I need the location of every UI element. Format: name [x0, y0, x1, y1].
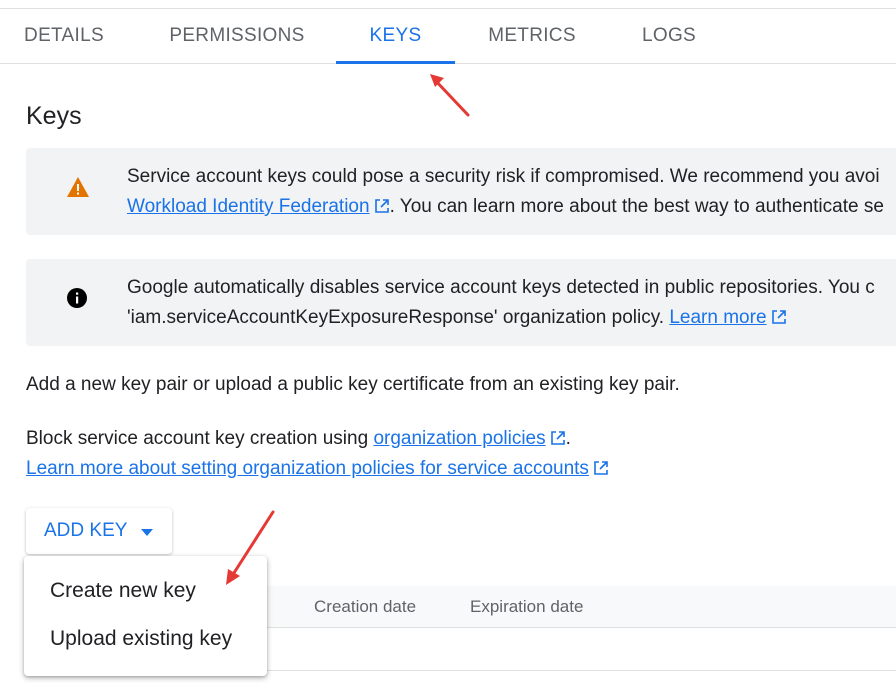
page: DETAILS PERMISSIONS KEYS METRICS LOGS Ke… [0, 0, 896, 694]
learn-more-org-policies-link[interactable]: Learn more about setting organization po… [26, 458, 589, 479]
warning-line-1: Service account keys could pose a securi… [127, 166, 880, 187]
info-banner: Google automatically disables service ac… [26, 259, 896, 346]
tab-details[interactable]: DETAILS [14, 9, 114, 63]
info-icon [66, 287, 88, 314]
warning-line-2: . You can learn more about the best way … [389, 196, 884, 217]
workload-identity-federation-link[interactable]: Workload Identity Federation [127, 196, 370, 217]
warning-icon [66, 176, 90, 203]
menu-item-create-new-key[interactable]: Create new key [24, 567, 267, 615]
block-key-creation-text: Block service account key creation using… [26, 424, 571, 456]
add-key-button[interactable]: ADD KEY [26, 508, 172, 554]
tab-metrics[interactable]: METRICS [478, 9, 586, 63]
learn-more-org-policies-line: Learn more about setting organization po… [26, 454, 609, 486]
warning-text: Service account keys could pose a securi… [127, 162, 884, 224]
organization-policies-link[interactable]: organization policies [373, 428, 545, 449]
column-header-creation-date[interactable]: Creation date [314, 586, 416, 628]
warning-banner: Service account keys could pose a securi… [26, 148, 896, 235]
learn-more-link[interactable]: Learn more [669, 307, 766, 328]
external-link-icon [771, 305, 787, 335]
tab-logs[interactable]: LOGS [630, 9, 708, 63]
menu-item-upload-existing-key[interactable]: Upload existing key [24, 615, 267, 663]
add-key-label: ADD KEY [44, 520, 128, 541]
tab-keys[interactable]: KEYS [336, 9, 455, 64]
tab-permissions[interactable]: PERMISSIONS [162, 9, 312, 63]
block-prefix: Block service account key creation using [26, 428, 369, 449]
annotation-arrow-icon [430, 74, 470, 117]
page-title: Keys [26, 102, 82, 130]
column-header-expiration-date[interactable]: Expiration date [470, 586, 583, 628]
info-line-1: Google automatically disables service ac… [127, 277, 875, 298]
add-key-description: Add a new key pair or upload a public ke… [26, 374, 680, 395]
tab-bar: DETAILS PERMISSIONS KEYS METRICS LOGS [0, 8, 896, 64]
add-key-menu: Create new key Upload existing key [24, 556, 267, 676]
info-line-2: 'iam.serviceAccountKeyExposureResponse' … [127, 307, 665, 328]
block-suffix: . [565, 428, 571, 449]
external-link-icon [374, 194, 390, 224]
info-text: Google automatically disables service ac… [127, 273, 875, 335]
external-link-icon [593, 456, 609, 486]
arrow-drop-down-icon [141, 520, 154, 542]
external-link-icon [550, 426, 566, 456]
